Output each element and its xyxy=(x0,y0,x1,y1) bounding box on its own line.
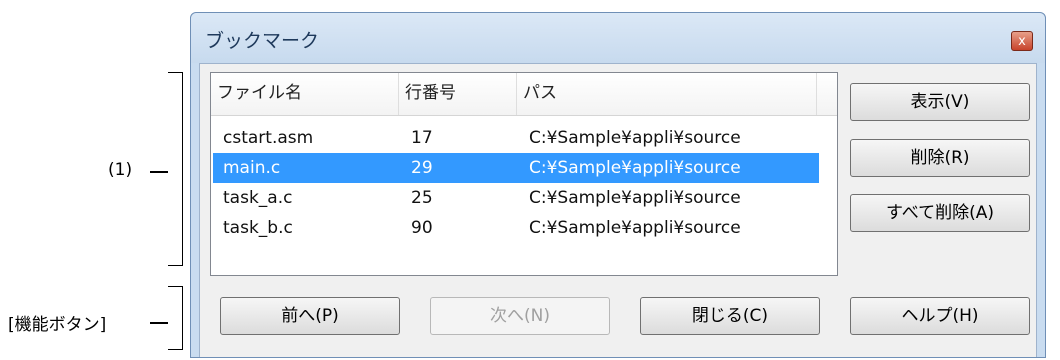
cell-file-name: main.c xyxy=(223,158,281,178)
cell-line-number: 29 xyxy=(411,158,433,178)
cell-path: C:¥Sample¥appli¥source xyxy=(529,188,741,208)
column-header-line-number[interactable]: 行番号 xyxy=(399,73,517,115)
annotation-list-tick xyxy=(150,171,168,173)
cell-path: C:¥Sample¥appli¥source xyxy=(529,128,741,148)
annotation-list-label: (1) xyxy=(108,160,133,180)
cell-file-name: cstart.asm xyxy=(223,128,314,148)
table-row-selected[interactable]: main.c 29 C:¥Sample¥appli¥source xyxy=(213,153,819,183)
cell-line-number: 90 xyxy=(411,218,433,238)
annotation-list-bracket xyxy=(168,72,183,266)
cell-path: C:¥Sample¥appli¥source xyxy=(529,218,741,238)
cell-path: C:¥Sample¥appli¥source xyxy=(529,158,741,178)
show-button[interactable]: 表示(V) xyxy=(850,83,1030,121)
bookmark-list[interactable]: ファイル名 行番号 パス cstart.asm 17 C:¥Sample¥app… xyxy=(210,72,838,276)
annotation-buttons-tick xyxy=(150,322,168,324)
delete-all-button[interactable]: すべて削除(A) xyxy=(850,194,1030,232)
annotation-buttons-bracket xyxy=(168,286,183,350)
cell-line-number: 25 xyxy=(411,188,433,208)
list-header: ファイル名 行番号 パス xyxy=(211,73,837,116)
annotation-buttons-label: [機能ボタン] xyxy=(8,315,107,335)
close-window-button[interactable]: x xyxy=(1011,31,1033,51)
column-header-file-name[interactable]: ファイル名 xyxy=(211,73,399,115)
close-button[interactable]: 閉じる(C) xyxy=(640,297,820,335)
cell-file-name: task_a.c xyxy=(223,188,293,208)
title-bar: ブックマーク x xyxy=(191,13,1045,63)
table-row[interactable]: cstart.asm 17 C:¥Sample¥appli¥source xyxy=(213,123,819,153)
window-title: ブックマーク xyxy=(205,30,320,52)
cell-line-number: 17 xyxy=(411,128,433,148)
help-button[interactable]: ヘルプ(H) xyxy=(850,297,1030,335)
close-icon: x xyxy=(1018,34,1026,49)
cell-file-name: task_b.c xyxy=(223,218,293,238)
dialog-client-area: ファイル名 行番号 パス cstart.asm 17 C:¥Sample¥app… xyxy=(199,63,1037,357)
prev-button[interactable]: 前へ(P) xyxy=(220,297,400,335)
table-row[interactable]: task_b.c 90 C:¥Sample¥appli¥source xyxy=(213,213,819,243)
bookmark-dialog: ブックマーク x ファイル名 行番号 パス cstart.asm 17 C:¥S… xyxy=(190,12,1046,358)
column-header-path[interactable]: パス xyxy=(517,73,817,115)
table-row[interactable]: task_a.c 25 C:¥Sample¥appli¥source xyxy=(213,183,819,213)
delete-button[interactable]: 削除(R) xyxy=(850,139,1030,177)
next-button[interactable]: 次へ(N) xyxy=(430,297,610,335)
